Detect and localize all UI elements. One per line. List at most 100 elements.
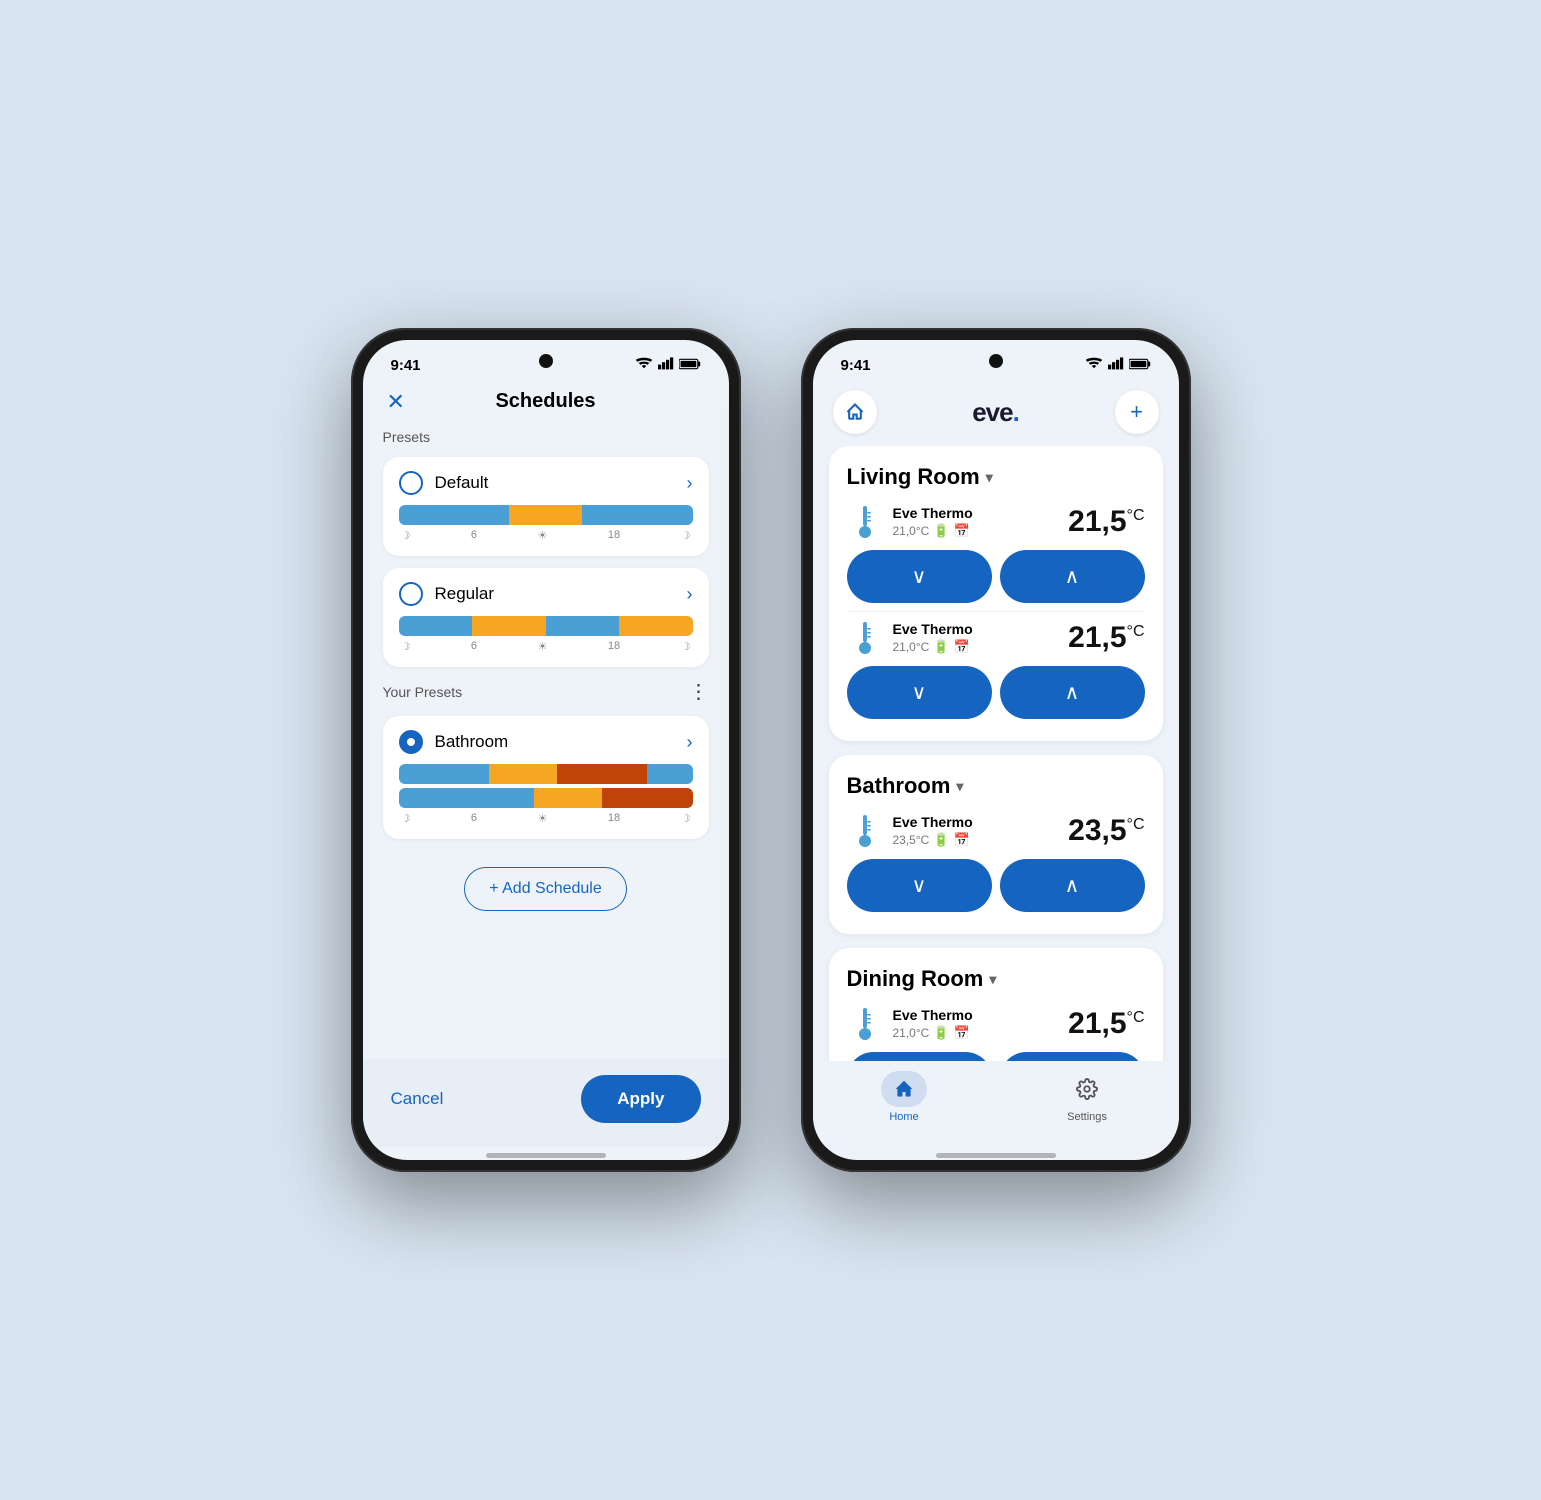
dining-room-name: Dining Room	[847, 966, 984, 992]
bar-seg	[399, 788, 535, 808]
bathroom-chevron[interactable]: ▾	[956, 778, 963, 795]
increase-temp-bath[interactable]: ∧	[1000, 859, 1145, 912]
label-sun: ☀	[538, 812, 548, 825]
preset-regular-radio[interactable]	[399, 582, 423, 606]
nav-home-label: Home	[889, 1111, 918, 1123]
signal-icon	[658, 356, 674, 374]
phone2-status-icons	[1085, 356, 1151, 374]
battery-sub-icon: 🔋	[933, 1025, 949, 1041]
label-sun: ☀	[538, 529, 548, 542]
label-moon2: ☽	[681, 812, 691, 825]
room-bathroom: Bathroom ▾	[829, 755, 1163, 934]
preset-bathroom-radio[interactable]	[399, 730, 423, 754]
eve-header: eve. +	[813, 382, 1179, 446]
preset-regular-row[interactable]: Regular ›	[399, 582, 693, 606]
thermo-dr-sub: 21,0°C 🔋 📅	[893, 1025, 1069, 1041]
more-options-button[interactable]: ⋮	[689, 679, 709, 704]
nav-settings[interactable]: Settings	[996, 1071, 1179, 1123]
bar-seg	[647, 764, 692, 784]
cancel-button[interactable]: Cancel	[391, 1089, 444, 1109]
close-button[interactable]: ✕	[387, 391, 405, 413]
label-6: 6	[471, 812, 477, 825]
eve-add-button[interactable]: +	[1115, 390, 1159, 434]
thermo-bath-sub: 23,5°C 🔋 📅	[893, 832, 1069, 848]
dining-room-title[interactable]: Dining Room ▾	[847, 966, 1145, 992]
presets-label: Presets	[383, 429, 709, 445]
schedule-sub-icon: 📅	[954, 639, 970, 655]
label-6: 6	[471, 640, 477, 653]
schedules-app: ✕ Schedules Presets Default ›	[363, 382, 729, 1160]
preset-default-bar	[399, 505, 693, 525]
increase-temp-lr1[interactable]: ∧	[1000, 550, 1145, 603]
preset-bathroom-name: Bathroom	[435, 732, 687, 752]
plus-icon: +	[1130, 399, 1143, 425]
battery-sub-icon: 🔋	[933, 832, 949, 848]
increase-temp-lr2[interactable]: ∧	[1000, 666, 1145, 719]
bar-seg	[557, 764, 647, 784]
room-living-room: Living Room ▾	[829, 446, 1163, 741]
temp-unit-dr: °C	[1127, 1009, 1145, 1026]
thermo-lr1-name: Eve Thermo	[893, 505, 1069, 521]
preset-regular-chevron[interactable]: ›	[687, 584, 693, 605]
temp-value-bath: 23,5	[1068, 814, 1126, 847]
preset-bathroom-bar2	[399, 788, 693, 808]
schedule-default-labels: ☽ 6 ☀ 18 ☽	[399, 529, 693, 542]
thermo-row-dr: Eve Thermo 21,0°C 🔋 📅 21,5°C	[847, 1006, 1145, 1042]
increase-temp-dr[interactable]: ∧	[1000, 1052, 1145, 1061]
living-room-title[interactable]: Living Room ▾	[847, 464, 1145, 490]
phone2-screen: 9:41	[813, 340, 1179, 1160]
decrease-temp-dr[interactable]: ∨	[847, 1052, 992, 1061]
sub-temp-lr1: 21,0°C	[893, 524, 930, 538]
dining-room-chevron[interactable]: ▾	[989, 971, 996, 988]
home-indicator	[936, 1153, 1056, 1158]
add-schedule-button[interactable]: + Add Schedule	[464, 867, 627, 911]
temp-value-lr1: 21,5	[1068, 505, 1126, 538]
nav-home[interactable]: Home	[813, 1071, 996, 1123]
battery-sub-icon: 🔋	[933, 639, 949, 655]
eve-logo: eve.	[972, 397, 1019, 428]
schedule-sub-icon: 📅	[954, 523, 970, 539]
thermometer-icon	[847, 813, 883, 849]
thermo-lr2-info: Eve Thermo 21,0°C 🔋 📅	[893, 621, 1069, 655]
preset-default-chevron[interactable]: ›	[687, 473, 693, 494]
phone-schedules: 9:41 ✕ Schedules	[351, 328, 741, 1172]
divider	[847, 611, 1145, 612]
label-moon2: ☽	[681, 529, 691, 542]
preset-default-card: Default › ☽ 6 ☀ 18	[383, 457, 709, 556]
preset-bathroom-card: Bathroom ›	[383, 716, 709, 839]
label-moon: ☽	[401, 529, 411, 542]
apply-button[interactable]: Apply	[581, 1075, 700, 1123]
preset-bathroom-chevron[interactable]: ›	[687, 732, 693, 753]
nav-home-icon-wrap	[881, 1071, 927, 1107]
sub-temp-bath: 23,5°C	[893, 833, 930, 847]
label-moon: ☽	[401, 812, 411, 825]
decrease-temp-lr1[interactable]: ∨	[847, 550, 992, 603]
eve-home-nav-button[interactable]	[833, 390, 877, 434]
decrease-temp-bath[interactable]: ∨	[847, 859, 992, 912]
phone1-status-icons	[635, 356, 701, 374]
bar-seg	[534, 788, 602, 808]
sub-temp-dr: 21,0°C	[893, 1026, 930, 1040]
thermometer-icon	[847, 1006, 883, 1042]
thermo-row-lr1: Eve Thermo 21,0°C 🔋 📅 21,5°C	[847, 504, 1145, 540]
schedules-footer: Cancel Apply	[363, 1059, 729, 1147]
bar-seg	[582, 505, 692, 525]
eve-app: eve. + Living Room ▾	[813, 382, 1179, 1160]
thermo-dr-temp: 21,5°C	[1068, 1007, 1144, 1041]
preset-regular-bar	[399, 616, 693, 636]
preset-default-radio[interactable]	[399, 471, 423, 495]
thermometer-icon	[847, 620, 883, 656]
thermo-dr-info: Eve Thermo 21,0°C 🔋 📅	[893, 1007, 1069, 1041]
thermo-dr-name: Eve Thermo	[893, 1007, 1069, 1023]
eve-logo-dot: .	[1013, 397, 1019, 427]
decrease-temp-lr2[interactable]: ∨	[847, 666, 992, 719]
preset-default-row[interactable]: Default ›	[399, 471, 693, 495]
label-moon: ☽	[401, 640, 411, 653]
preset-bathroom-row[interactable]: Bathroom ›	[399, 730, 693, 754]
thermo-bath-temp: 23,5°C	[1068, 814, 1144, 848]
wifi-icon	[1085, 356, 1103, 374]
thermo-lr1-temp: 21,5°C	[1068, 505, 1144, 539]
bathroom-title[interactable]: Bathroom ▾	[847, 773, 1145, 799]
schedule-regular-labels: ☽ 6 ☀ 18 ☽	[399, 640, 693, 653]
living-room-chevron[interactable]: ▾	[986, 469, 993, 486]
